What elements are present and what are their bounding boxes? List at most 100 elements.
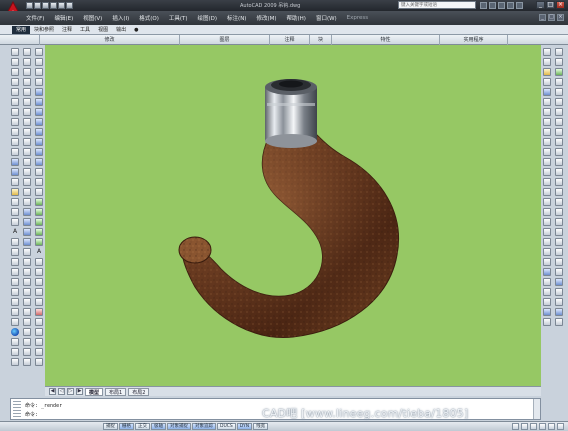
view-back-icon[interactable]: [35, 138, 43, 146]
break-point-icon[interactable]: [23, 158, 31, 166]
wireframe-2d-icon[interactable]: [35, 198, 43, 206]
dim-text-edit-icon[interactable]: [543, 228, 551, 236]
tab-annotate[interactable]: 注释: [58, 26, 76, 34]
annotation-scale-icon[interactable]: [530, 423, 537, 430]
dim-style-icon[interactable]: [543, 248, 551, 256]
quick-dim-icon[interactable]: [543, 128, 551, 136]
prev-layout-icon[interactable]: ◁: [58, 388, 65, 395]
inquiry-distance-icon[interactable]: [555, 238, 563, 246]
view-sw-iso-icon[interactable]: [35, 148, 43, 156]
panel-modify[interactable]: 修改: [40, 35, 180, 45]
offset-icon[interactable]: [23, 78, 31, 86]
command-grip[interactable]: [13, 401, 21, 418]
wedge-icon[interactable]: [11, 238, 19, 246]
zoom-realtime-icon[interactable]: [35, 48, 43, 56]
menu-dimension[interactable]: 标注(N): [227, 14, 246, 22]
help-icon[interactable]: [516, 2, 523, 9]
workspace-icon[interactable]: [539, 423, 546, 430]
inquiry-area-icon[interactable]: [555, 248, 563, 256]
maximize-button[interactable]: □: [546, 1, 555, 9]
free-orbit-icon[interactable]: [35, 178, 43, 186]
dim-edit-icon[interactable]: [543, 218, 551, 226]
table-icon[interactable]: [11, 218, 19, 226]
dim-aligned-icon[interactable]: [543, 58, 551, 66]
torus-icon[interactable]: [11, 288, 19, 296]
snap-tangent-icon[interactable]: [555, 118, 563, 126]
snap-settings-icon[interactable]: [555, 188, 563, 196]
hyperlink-icon[interactable]: [555, 298, 563, 306]
slice-icon[interactable]: [23, 248, 31, 256]
fly-icon[interactable]: [35, 358, 43, 366]
ribbon-toggle-icon[interactable]: ●: [130, 26, 142, 34]
polyline-icon[interactable]: [11, 68, 19, 76]
panel-draw[interactable]: [0, 35, 40, 45]
menu-express[interactable]: Express: [347, 15, 368, 21]
subscription-icon[interactable]: [489, 2, 496, 9]
dim-angular-icon[interactable]: [543, 118, 551, 126]
publish-icon[interactable]: [555, 318, 563, 326]
camera-icon[interactable]: [35, 338, 43, 346]
box-icon[interactable]: [11, 248, 19, 256]
snap-perpendicular-icon[interactable]: [555, 128, 563, 136]
next-layout-icon[interactable]: ▷: [67, 388, 74, 395]
print-icon[interactable]: [50, 2, 57, 9]
spline-icon[interactable]: [11, 128, 19, 136]
scale-icon[interactable]: [23, 118, 31, 126]
rotate-icon[interactable]: [23, 108, 31, 116]
mtext-icon[interactable]: A: [35, 248, 43, 256]
rectangle-icon[interactable]: [11, 88, 19, 96]
offset-faces-icon[interactable]: [23, 298, 31, 306]
snap-nearest-icon[interactable]: [555, 168, 563, 176]
ucs-object-icon[interactable]: [35, 298, 43, 306]
menu-view[interactable]: 视图(V): [83, 14, 102, 22]
match-properties-icon[interactable]: [543, 298, 551, 306]
toggle-dyn[interactable]: DYN: [236, 423, 253, 430]
design-center-icon[interactable]: [543, 308, 551, 316]
menu-insert[interactable]: 插入(I): [112, 14, 129, 22]
insert-block-icon[interactable]: [11, 158, 19, 166]
erase-icon[interactable]: [23, 48, 31, 56]
polygon-icon[interactable]: [11, 78, 19, 86]
menu-edit[interactable]: 编辑(E): [54, 14, 73, 22]
dim-update-icon[interactable]: [543, 238, 551, 246]
zoom-window-icon[interactable]: [35, 58, 43, 66]
continuous-orbit-icon[interactable]: [35, 188, 43, 196]
dim-baseline-icon[interactable]: [543, 138, 551, 146]
ucs-previous-icon[interactable]: [35, 278, 43, 286]
lock-icon[interactable]: [548, 423, 555, 430]
line-icon[interactable]: [11, 48, 19, 56]
mirror-icon[interactable]: [23, 68, 31, 76]
fillet-icon[interactable]: [23, 198, 31, 206]
separate-icon[interactable]: [23, 348, 31, 356]
mass-properties-icon[interactable]: [555, 278, 563, 286]
menu-file[interactable]: 文件(F): [26, 14, 44, 22]
command-prompt[interactable]: 命令:: [25, 411, 38, 418]
snap-from-icon[interactable]: [555, 208, 563, 216]
check-icon[interactable]: [23, 328, 31, 336]
toggle-grid[interactable]: 栅格: [119, 423, 134, 430]
communication-icon[interactable]: [498, 2, 505, 9]
ucs-face-icon[interactable]: [35, 288, 43, 296]
conceptual-icon[interactable]: [35, 238, 43, 246]
menu-tools[interactable]: 工具(T): [169, 14, 188, 22]
menu-modify[interactable]: 修改(M): [256, 14, 276, 22]
toggle-ducs[interactable]: DUCS: [217, 423, 236, 430]
dim-jogged-icon[interactable]: [543, 98, 551, 106]
tab-blocks-references[interactable]: 块和参照: [30, 26, 58, 34]
view-left-icon[interactable]: [35, 108, 43, 116]
undo-icon[interactable]: [58, 2, 65, 9]
command-scrollbar[interactable]: [533, 399, 540, 419]
view-se-iso-icon[interactable]: [35, 158, 43, 166]
jogged-linear-icon[interactable]: [543, 208, 551, 216]
clean-screen-icon[interactable]: [557, 423, 564, 430]
chamfer-icon[interactable]: [23, 188, 31, 196]
pyramid-icon[interactable]: [11, 298, 19, 306]
minimize-button[interactable]: _: [536, 1, 545, 9]
layer-icon[interactable]: [543, 278, 551, 286]
first-layout-icon[interactable]: ◀: [49, 388, 56, 395]
favorites-icon[interactable]: [507, 2, 514, 9]
move-faces-icon[interactable]: [23, 288, 31, 296]
join-icon[interactable]: [23, 178, 31, 186]
toggle-snap[interactable]: 捕捉: [103, 423, 118, 430]
inquiry-id-icon[interactable]: [555, 268, 563, 276]
